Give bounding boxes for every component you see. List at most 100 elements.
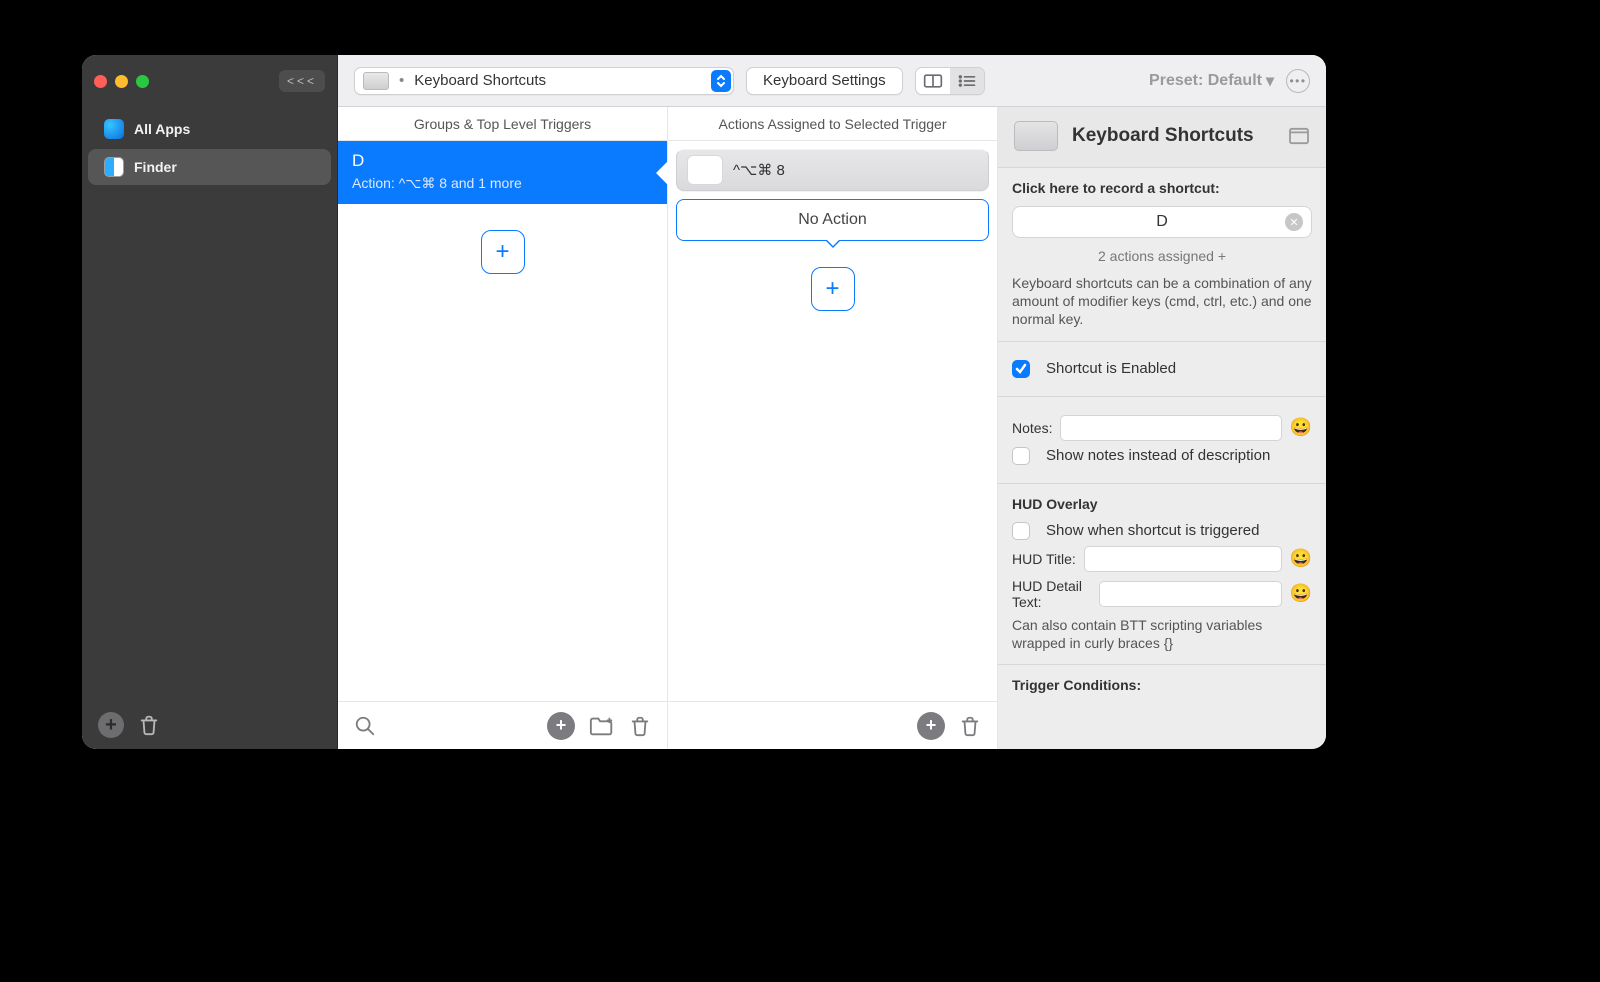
add-trigger-footer-button[interactable]: + bbox=[547, 712, 575, 740]
view-mode-segmented bbox=[915, 67, 985, 95]
add-action-button[interactable]: + bbox=[811, 267, 855, 311]
delete-app-button[interactable] bbox=[138, 714, 160, 736]
action-label: ^⌥⌘ 8 bbox=[733, 161, 785, 179]
hud-title-field[interactable] bbox=[1084, 546, 1282, 572]
columns-view-button[interactable] bbox=[916, 68, 950, 94]
action-label: No Action bbox=[798, 211, 866, 229]
actions-column: Actions Assigned to Selected Trigger ^⌥⌘… bbox=[668, 107, 998, 749]
window-close-button[interactable] bbox=[94, 75, 107, 88]
trash-icon bbox=[959, 715, 981, 737]
emoji-picker-button[interactable]: 😀 bbox=[1290, 417, 1312, 438]
back-button[interactable]: <<< bbox=[279, 70, 325, 92]
trigger-type-selector[interactable]: • Keyboard Shortcuts bbox=[354, 67, 734, 95]
emoji-picker-button[interactable]: 😀 bbox=[1290, 583, 1312, 604]
hud-title-label: HUD Title: bbox=[1012, 551, 1076, 567]
sidebar-item-finder[interactable]: Finder bbox=[88, 149, 331, 185]
record-label: Click here to record a shortcut: bbox=[1012, 180, 1312, 196]
add-trigger-button[interactable]: + bbox=[481, 230, 525, 274]
sidebar-footer: + bbox=[82, 701, 337, 749]
toolbar: • Keyboard Shortcuts Keyboard Settings P… bbox=[338, 55, 1326, 107]
trash-icon bbox=[629, 715, 651, 737]
actions-list: ^⌥⌘ 8 No Action + bbox=[668, 141, 997, 701]
add-app-button[interactable]: + bbox=[98, 712, 124, 738]
preset-label-text: Preset: Default bbox=[1149, 72, 1262, 90]
show-notes-label: Show notes instead of description bbox=[1046, 447, 1270, 464]
action-row-shortcut[interactable]: ^⌥⌘ 8 bbox=[676, 149, 989, 191]
add-action-footer-button[interactable]: + bbox=[917, 712, 945, 740]
keyboard-icon bbox=[363, 72, 389, 90]
chevron-down-icon: ▾ bbox=[1266, 71, 1274, 91]
groups-column-header: Groups & Top Level Triggers bbox=[338, 107, 667, 141]
action-row-no-action[interactable]: No Action bbox=[676, 199, 989, 241]
hud-show-checkbox[interactable] bbox=[1012, 522, 1030, 540]
sidebar-item-label: Finder bbox=[134, 159, 177, 175]
actions-column-header: Actions Assigned to Selected Trigger bbox=[668, 107, 997, 141]
search-button[interactable] bbox=[354, 715, 376, 737]
popout-button[interactable] bbox=[1288, 127, 1310, 145]
delete-trigger-button[interactable] bbox=[629, 715, 651, 737]
record-help-text: Keyboard shortcuts can be a combination … bbox=[1012, 274, 1312, 329]
show-notes-row[interactable]: Show notes instead of description bbox=[1012, 447, 1312, 465]
selection-indicator bbox=[656, 161, 668, 185]
search-icon bbox=[354, 715, 376, 737]
preset-selector[interactable]: Preset: Default ▾ bbox=[1149, 71, 1274, 91]
enabled-panel: Shortcut is Enabled bbox=[998, 342, 1326, 397]
columns-icon bbox=[923, 73, 943, 89]
notes-panel: Notes: 😀 Show notes instead of descripti… bbox=[998, 397, 1326, 484]
titlebar: <<< bbox=[82, 55, 337, 107]
trigger-type-label: Keyboard Shortcuts bbox=[414, 72, 546, 89]
hud-detail-field[interactable] bbox=[1099, 581, 1282, 607]
list-icon bbox=[957, 73, 977, 89]
clear-shortcut-button[interactable]: ✕ bbox=[1285, 213, 1303, 231]
keyboard-settings-button[interactable]: Keyboard Settings bbox=[746, 67, 903, 95]
window-icon bbox=[1288, 127, 1310, 145]
actions-footer: + bbox=[668, 701, 997, 749]
hud-show-label: Show when shortcut is triggered bbox=[1046, 522, 1259, 539]
emoji-picker-button[interactable]: 😀 bbox=[1290, 548, 1312, 569]
sidebar-item-label: All Apps bbox=[134, 121, 190, 137]
body: Groups & Top Level Triggers D Action: ^⌥… bbox=[338, 107, 1326, 749]
folder-plus-icon bbox=[589, 715, 615, 737]
conditions-panel: Trigger Conditions: bbox=[998, 665, 1326, 705]
hud-panel: HUD Overlay Show when shortcut is trigge… bbox=[998, 484, 1326, 665]
shortcut-record-field[interactable]: D ✕ bbox=[1012, 206, 1312, 238]
more-menu-button[interactable]: ••• bbox=[1286, 69, 1310, 93]
enabled-row[interactable]: Shortcut is Enabled bbox=[1012, 360, 1312, 378]
hud-help-text: Can also contain BTT scripting variables… bbox=[1012, 616, 1312, 652]
separator-dot: • bbox=[399, 72, 404, 89]
hud-header: HUD Overlay bbox=[1012, 496, 1312, 512]
conditions-header: Trigger Conditions: bbox=[1012, 677, 1312, 693]
selection-indicator bbox=[825, 240, 841, 248]
window-minimize-button[interactable] bbox=[115, 75, 128, 88]
window-zoom-button[interactable] bbox=[136, 75, 149, 88]
app-window: <<< All Apps Finder + • Keyboard bbox=[82, 55, 1326, 749]
main-area: • Keyboard Shortcuts Keyboard Settings P… bbox=[338, 55, 1326, 749]
trigger-row[interactable]: D Action: ^⌥⌘ 8 and 1 more bbox=[338, 141, 667, 204]
groups-column: Groups & Top Level Triggers D Action: ^⌥… bbox=[338, 107, 668, 749]
show-notes-checkbox[interactable] bbox=[1012, 447, 1030, 465]
keyboard-icon bbox=[1014, 121, 1058, 151]
globe-icon bbox=[104, 119, 124, 139]
trigger-title: D bbox=[352, 151, 653, 171]
assigned-count-label[interactable]: 2 actions assigned + bbox=[1012, 248, 1312, 264]
notes-label: Notes: bbox=[1012, 420, 1052, 436]
hud-show-row[interactable]: Show when shortcut is triggered bbox=[1012, 522, 1312, 540]
sidebar-apps-list: All Apps Finder bbox=[82, 107, 337, 701]
list-view-button[interactable] bbox=[950, 68, 984, 94]
groups-footer: + bbox=[338, 701, 667, 749]
detail-title: Keyboard Shortcuts bbox=[1072, 125, 1254, 147]
enabled-checkbox[interactable] bbox=[1012, 360, 1030, 378]
hud-detail-label: HUD Detail Text: bbox=[1012, 578, 1091, 610]
detail-panel: Keyboard Shortcuts Click here to record … bbox=[998, 107, 1326, 749]
delete-action-button[interactable] bbox=[959, 715, 981, 737]
sidebar-item-all-apps[interactable]: All Apps bbox=[88, 111, 331, 147]
trigger-subtitle: Action: ^⌥⌘ 8 and 1 more bbox=[352, 175, 653, 192]
new-folder-button[interactable] bbox=[589, 715, 615, 737]
record-value: D bbox=[1156, 213, 1168, 231]
notes-field[interactable] bbox=[1060, 415, 1281, 441]
sidebar: <<< All Apps Finder + bbox=[82, 55, 338, 749]
detail-header: Keyboard Shortcuts bbox=[998, 107, 1326, 168]
chevron-updown-icon bbox=[711, 70, 731, 92]
enabled-label: Shortcut is Enabled bbox=[1046, 360, 1176, 377]
finder-icon bbox=[104, 157, 124, 177]
